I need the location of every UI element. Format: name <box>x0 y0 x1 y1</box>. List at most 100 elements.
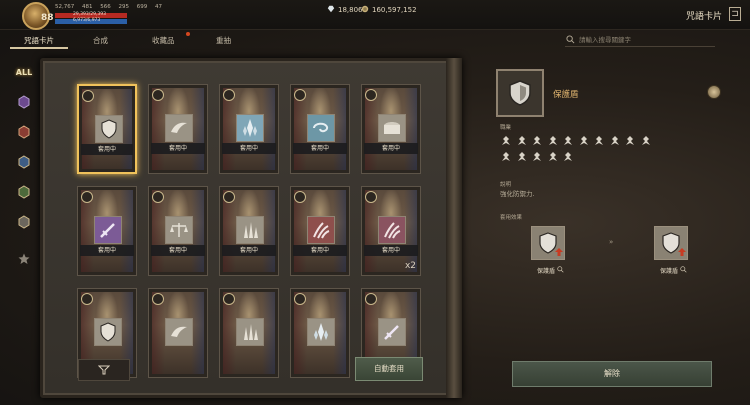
filter-red[interactable] <box>14 122 34 142</box>
active-tab-underline <box>10 47 68 49</box>
filter-all[interactable]: ALL <box>14 62 34 82</box>
card-status-label: 套用中 <box>151 143 205 154</box>
chest-icon <box>378 114 406 142</box>
spell-card[interactable]: 套用中 <box>148 186 208 276</box>
card-status-label: 套用中 <box>222 245 276 256</box>
class-icon <box>562 148 574 161</box>
stat-value: 52,767 <box>55 4 75 10</box>
card-badge-icon <box>152 191 164 203</box>
effect-after-name: 保護盾 <box>660 266 687 275</box>
tab-redraw[interactable]: 重抽 <box>216 35 231 46</box>
card-badge-icon <box>152 293 164 305</box>
magnifier-icon <box>680 266 687 273</box>
exit-door-icon[interactable]: ⊐ <box>729 7 741 21</box>
stat-value: 566 <box>100 4 111 10</box>
card-badge-icon <box>365 293 377 305</box>
class-icon <box>609 132 621 145</box>
search-box <box>565 34 715 47</box>
star-icon <box>18 253 30 264</box>
shield-icon <box>94 318 122 346</box>
stat-value: 481 <box>82 4 93 10</box>
filter-gray[interactable] <box>14 212 34 232</box>
double-arrow-icon: » <box>609 238 614 246</box>
mp-text: 6,973/6,973 <box>73 18 101 23</box>
class-icon <box>547 132 559 145</box>
effect-before-name: 保護盾 <box>537 266 564 275</box>
filter-purple[interactable] <box>14 92 34 112</box>
card-badge-icon <box>294 293 306 305</box>
claw-icon <box>307 216 335 244</box>
class-icon <box>562 132 574 145</box>
card-status-label: 套用中 <box>222 143 276 154</box>
class-icon <box>516 148 528 161</box>
spell-card[interactable]: 套用中 x2 <box>361 186 421 276</box>
filter-favorite[interactable] <box>14 249 34 269</box>
red-rune-icon <box>18 125 30 139</box>
card-description: 強化防禦力. <box>500 190 535 198</box>
blue-rune-icon <box>18 155 30 169</box>
swirl-icon <box>307 114 335 142</box>
effect-before-label: 保護盾 <box>537 268 556 275</box>
card-status-label: 套用中 <box>151 245 205 256</box>
spell-card[interactable]: 套用中 <box>77 84 137 174</box>
spell-card[interactable] <box>290 288 350 378</box>
spikes-icon <box>236 216 264 244</box>
spell-card[interactable]: 套用中 <box>290 186 350 276</box>
tab-spell-card[interactable]: 咒語卡片 <box>24 35 54 46</box>
card-status-label: 套用中 <box>364 143 418 154</box>
card-badge-icon <box>152 89 164 101</box>
compass-icon[interactable] <box>707 85 721 99</box>
spell-card[interactable]: 套用中 <box>77 186 137 276</box>
spell-card[interactable]: 套用中 <box>219 186 279 276</box>
spell-card[interactable] <box>148 288 208 378</box>
spell-card[interactable] <box>219 288 279 378</box>
effect-after[interactable] <box>654 226 688 260</box>
selected-card-icon <box>496 69 544 117</box>
class-icon <box>531 148 543 161</box>
class-icon <box>547 148 559 161</box>
card-badge-icon <box>223 191 235 203</box>
spell-card[interactable]: 套用中 <box>148 84 208 174</box>
search-input[interactable] <box>579 34 709 46</box>
stat-value: 47 <box>155 4 162 10</box>
card-badge-icon <box>365 191 377 203</box>
class-icon <box>640 132 652 145</box>
card-badge-icon <box>223 89 235 101</box>
effect-before[interactable] <box>531 226 565 260</box>
stat-value: 699 <box>136 4 148 10</box>
card-badge-icon <box>294 191 306 203</box>
shield-icon <box>95 115 123 143</box>
card-name: 保護盾 <box>553 90 579 100</box>
card-badge-icon <box>81 293 93 305</box>
gray-rune-icon <box>18 215 30 229</box>
green-rune-icon <box>18 185 30 199</box>
gold-amount: 160,597,152 <box>372 6 417 14</box>
player-level: 88 <box>41 13 54 23</box>
filter-button[interactable] <box>78 359 130 381</box>
card-status-label: 套用中 <box>293 245 347 256</box>
diamond-icon <box>327 5 335 13</box>
tab-compose[interactable]: 合成 <box>93 35 108 46</box>
gold-currency: 160,597,152 <box>361 5 417 14</box>
filter-blue[interactable] <box>14 152 34 172</box>
mp-bar: 6,973/6,973 <box>55 18 127 24</box>
spell-card[interactable]: 套用中 <box>361 84 421 174</box>
release-button[interactable]: 解除 <box>512 361 712 387</box>
card-badge-icon <box>294 89 306 101</box>
card-badge-icon <box>223 293 235 305</box>
class-icon <box>516 132 528 145</box>
tab-collection[interactable]: 收藏品 <box>152 35 175 46</box>
claw-icon <box>378 216 406 244</box>
all-icon: ALL <box>15 67 33 77</box>
spell-card-screen: 88 52,767 481 566 295 699 47 29,393/29,3… <box>0 0 750 405</box>
card-status-label: 套用中 <box>364 245 418 256</box>
spell-card[interactable]: 套用中 <box>290 84 350 174</box>
sword-icon <box>94 216 122 244</box>
notification-dot <box>186 32 190 36</box>
spell-card[interactable]: 套用中 <box>219 84 279 174</box>
auto-apply-button[interactable]: 自動套用 <box>355 357 423 381</box>
spikes-icon <box>236 318 264 346</box>
category-filter-strip: ALL <box>12 62 36 282</box>
stat-value: 295 <box>118 4 130 10</box>
filter-green[interactable] <box>14 182 34 202</box>
